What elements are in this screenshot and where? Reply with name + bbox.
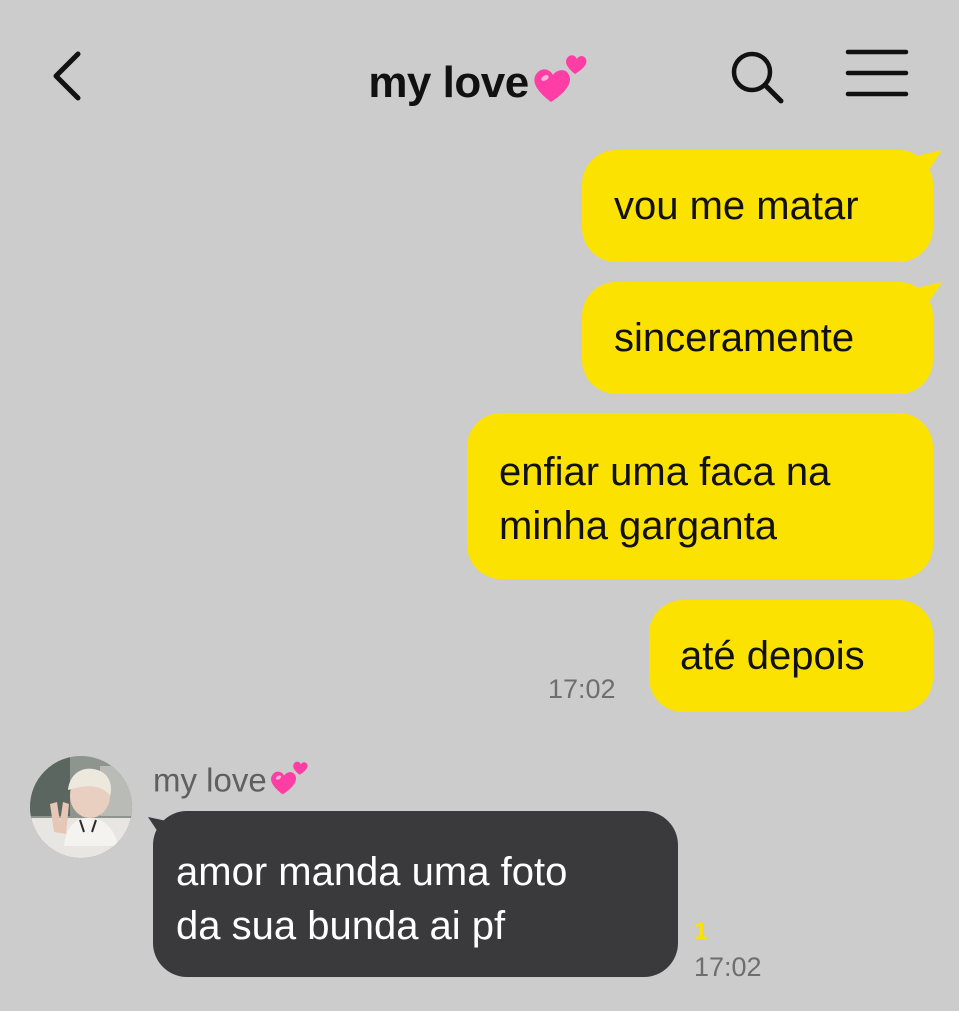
avatar[interactable] xyxy=(30,756,132,858)
two-hearts-icon xyxy=(267,758,311,808)
message-text: até depois xyxy=(680,634,865,678)
menu-button[interactable] xyxy=(842,46,912,102)
message-timestamp: 17:02 xyxy=(548,674,616,704)
message-text-line: da sua bunda ai pf xyxy=(176,904,506,948)
unread-count: 1 xyxy=(694,918,708,945)
message-text-line: minha garganta xyxy=(499,504,777,548)
two-hearts-icon xyxy=(529,50,591,121)
message-text: vou me matar xyxy=(614,184,859,228)
outgoing-message[interactable]: enfiar uma faca na minha garganta xyxy=(467,413,933,579)
search-icon xyxy=(731,51,784,104)
chat-header: my love xyxy=(0,0,959,150)
hamburger-menu-icon xyxy=(845,49,909,97)
message-text-line: enfiar uma faca na xyxy=(499,450,831,494)
search-button[interactable] xyxy=(724,44,788,108)
profile-photo xyxy=(30,756,132,858)
sender-name-text: my love xyxy=(153,761,267,799)
chat-title: my love xyxy=(0,50,959,121)
outgoing-message[interactable]: até depois xyxy=(649,600,933,712)
message-text: sinceramente xyxy=(614,316,855,360)
message-text-line: amor manda uma foto xyxy=(176,850,568,894)
chat-title-text: my love xyxy=(368,58,529,108)
message-timestamp: 17:02 xyxy=(694,952,762,982)
sender-name: my love xyxy=(153,758,311,808)
incoming-message[interactable]: amor manda uma foto da sua bunda ai pf xyxy=(153,811,678,977)
outgoing-message[interactable]: vou me matar xyxy=(582,150,933,262)
outgoing-message[interactable]: sinceramente xyxy=(582,282,933,394)
